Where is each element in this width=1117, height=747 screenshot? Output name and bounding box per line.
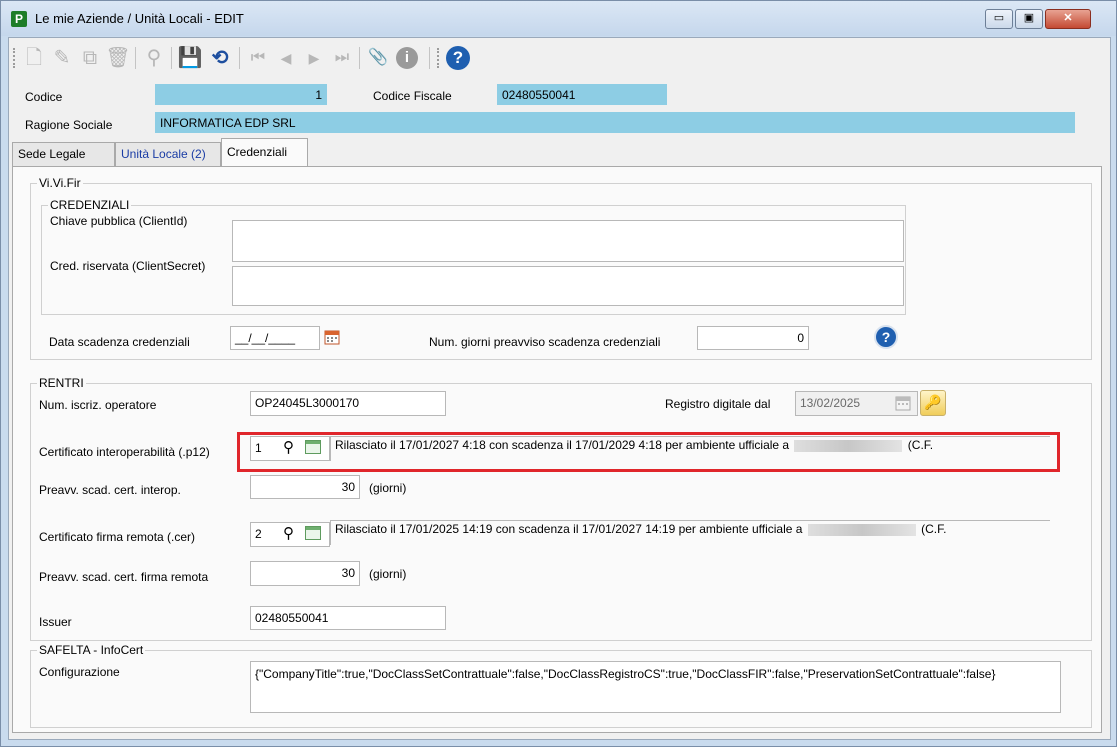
configurazione-label: Configurazione <box>39 665 120 679</box>
vivifir-group: Vi.Vi.Fir CREDENZIALI Chiave pubblica (C… <box>30 176 1092 360</box>
issuer-label: Issuer <box>39 615 72 629</box>
client-id-field[interactable] <box>232 220 904 262</box>
data-scadenza-label: Data scadenza credenziali <box>49 335 190 349</box>
giorni-unit-label: (giorni) <box>369 481 407 495</box>
ragione-sociale-label: Ragione Sociale <box>25 118 113 132</box>
search-icon[interactable]: ⚲ <box>141 45 167 71</box>
safelta-group-label: SAFELTA - InfoCert <box>37 643 146 657</box>
calendar-icon[interactable] <box>305 526 321 540</box>
issuer-field[interactable]: 02480550041 <box>250 606 446 630</box>
tab-credenziali[interactable]: Credenziali <box>221 138 308 167</box>
client-secret-field[interactable] <box>232 266 904 306</box>
first-record-icon[interactable]: ⏮ <box>245 45 271 71</box>
new-icon[interactable]: 🗋 <box>21 45 47 71</box>
search-icon[interactable]: ⚲ <box>283 524 294 542</box>
attachment-icon[interactable]: 📎 <box>365 45 391 71</box>
save-icon[interactable]: 💾 <box>177 45 203 71</box>
ragione-sociale-field[interactable]: INFORMATICA EDP SRL <box>155 112 1075 133</box>
rentri-group: RENTRI Num. iscriz. operatore OP24045L30… <box>30 376 1092 641</box>
credenziali-subgroup: CREDENZIALI Chiave pubblica (ClientId) C… <box>41 198 906 315</box>
cert-firma-text: Rilasciato il 17/01/2025 14:19 con scade… <box>335 522 803 536</box>
codice-fiscale-field[interactable]: 02480550041 <box>497 84 667 105</box>
calendar-icon <box>895 396 911 411</box>
data-scadenza-field[interactable]: __/__/____ <box>230 326 320 350</box>
edit-icon[interactable]: ✎ <box>49 45 75 71</box>
client-id-label: Chiave pubblica (ClientId) <box>50 214 188 228</box>
toolbar-separator <box>171 47 172 69</box>
num-iscriz-field[interactable]: OP24045L3000170 <box>250 391 446 416</box>
credenziali-group-label: CREDENZIALI <box>48 198 132 212</box>
toolbar-separator <box>239 47 240 69</box>
cert-firma-cf: (C.F. <box>921 522 947 536</box>
num-iscriz-label: Num. iscriz. operatore <box>39 398 157 412</box>
codice-field[interactable]: 1 <box>155 84 327 105</box>
toolbar-grip[interactable] <box>13 48 17 68</box>
cert-firma-description: Rilasciato il 17/01/2025 14:19 con scade… <box>330 520 1050 545</box>
giorni-preavviso-label: Num. giorni preavviso scadenza credenzia… <box>429 335 661 349</box>
toolbar-separator <box>135 47 136 69</box>
configurazione-field[interactable]: {"CompanyTitle":true,"DocClassSetContrat… <box>250 661 1061 713</box>
app-logo-icon: P <box>11 11 27 27</box>
toolbar-separator <box>429 47 430 69</box>
credenziali-panel: Vi.Vi.Fir CREDENZIALI Chiave pubblica (C… <box>12 166 1102 733</box>
client-area: 🗋 ✎ ⧉ 🗑 ⚲ 💾 ⟲ ⏮ ◀ ▶ ⏭ 📎 i ? Codice 1 Cod… <box>8 37 1111 740</box>
highlight-box <box>237 432 1060 472</box>
giorni-unit-label: (giorni) <box>369 567 407 581</box>
toolbar-grip[interactable] <box>437 48 441 68</box>
toolbar: 🗋 ✎ ⧉ 🗑 ⚲ 💾 ⟲ ⏮ ◀ ▶ ⏭ 📎 i ? <box>9 38 1110 78</box>
copy-icon[interactable]: ⧉ <box>77 45 103 71</box>
key-icon[interactable]: 🔑 <box>920 390 946 416</box>
safelta-group: SAFELTA - InfoCert Configurazione {"Comp… <box>30 643 1092 728</box>
previous-record-icon[interactable]: ◀ <box>273 45 299 71</box>
help-icon[interactable]: ? <box>446 46 470 70</box>
undo-icon[interactable]: ⟲ <box>207 45 233 71</box>
giorni-preavviso-field[interactable]: 0 <box>697 326 809 350</box>
codice-label: Codice <box>25 90 63 104</box>
next-record-icon[interactable]: ▶ <box>301 45 327 71</box>
toolbar-separator <box>359 47 360 69</box>
cert-firma-number: 2 <box>255 527 262 541</box>
maximize-button[interactable]: ▣ <box>1015 9 1043 29</box>
cert-firma-selector[interactable]: 2 ⚲ <box>250 522 330 547</box>
tab-sede-legale[interactable]: Sede Legale <box>12 142 115 166</box>
registro-digitale-label: Registro digitale dal <box>665 397 771 411</box>
title-bar[interactable]: P Le mie Aziende / Unità Locali - EDIT ▭… <box>1 1 1116 36</box>
delete-icon[interactable]: 🗑 <box>105 45 131 71</box>
client-secret-label: Cred. riservata (ClientSecret) <box>50 259 206 273</box>
codice-fiscale-label: Codice Fiscale <box>373 89 452 103</box>
calendar-icon[interactable] <box>324 329 340 345</box>
help-icon[interactable]: ? <box>874 325 898 349</box>
cert-interop-label: Certificato interoperabilità (.p12) <box>39 445 210 459</box>
vivifir-group-label: Vi.Vi.Fir <box>37 176 83 190</box>
preavv-interop-label: Preavv. scad. cert. interop. <box>39 483 181 497</box>
application-window: P Le mie Aziende / Unità Locali - EDIT ▭… <box>0 0 1117 747</box>
preavv-firma-label: Preavv. scad. cert. firma remota <box>39 570 209 584</box>
close-button[interactable]: ✕ <box>1045 9 1091 29</box>
preavv-interop-field[interactable]: 30 <box>250 475 360 499</box>
minimize-button[interactable]: ▭ <box>985 9 1013 29</box>
tab-unita-locale[interactable]: Unità Locale (2) <box>115 142 221 166</box>
redacted-name <box>807 523 916 536</box>
cert-firma-label: Certificato firma remota (.cer) <box>39 530 196 544</box>
last-record-icon[interactable]: ⏭ <box>329 45 355 71</box>
window-title: Le mie Aziende / Unità Locali - EDIT <box>35 11 244 26</box>
rentri-group-label: RENTRI <box>37 376 86 390</box>
info-icon[interactable]: i <box>396 47 418 69</box>
preavv-firma-field[interactable]: 30 <box>250 561 360 586</box>
